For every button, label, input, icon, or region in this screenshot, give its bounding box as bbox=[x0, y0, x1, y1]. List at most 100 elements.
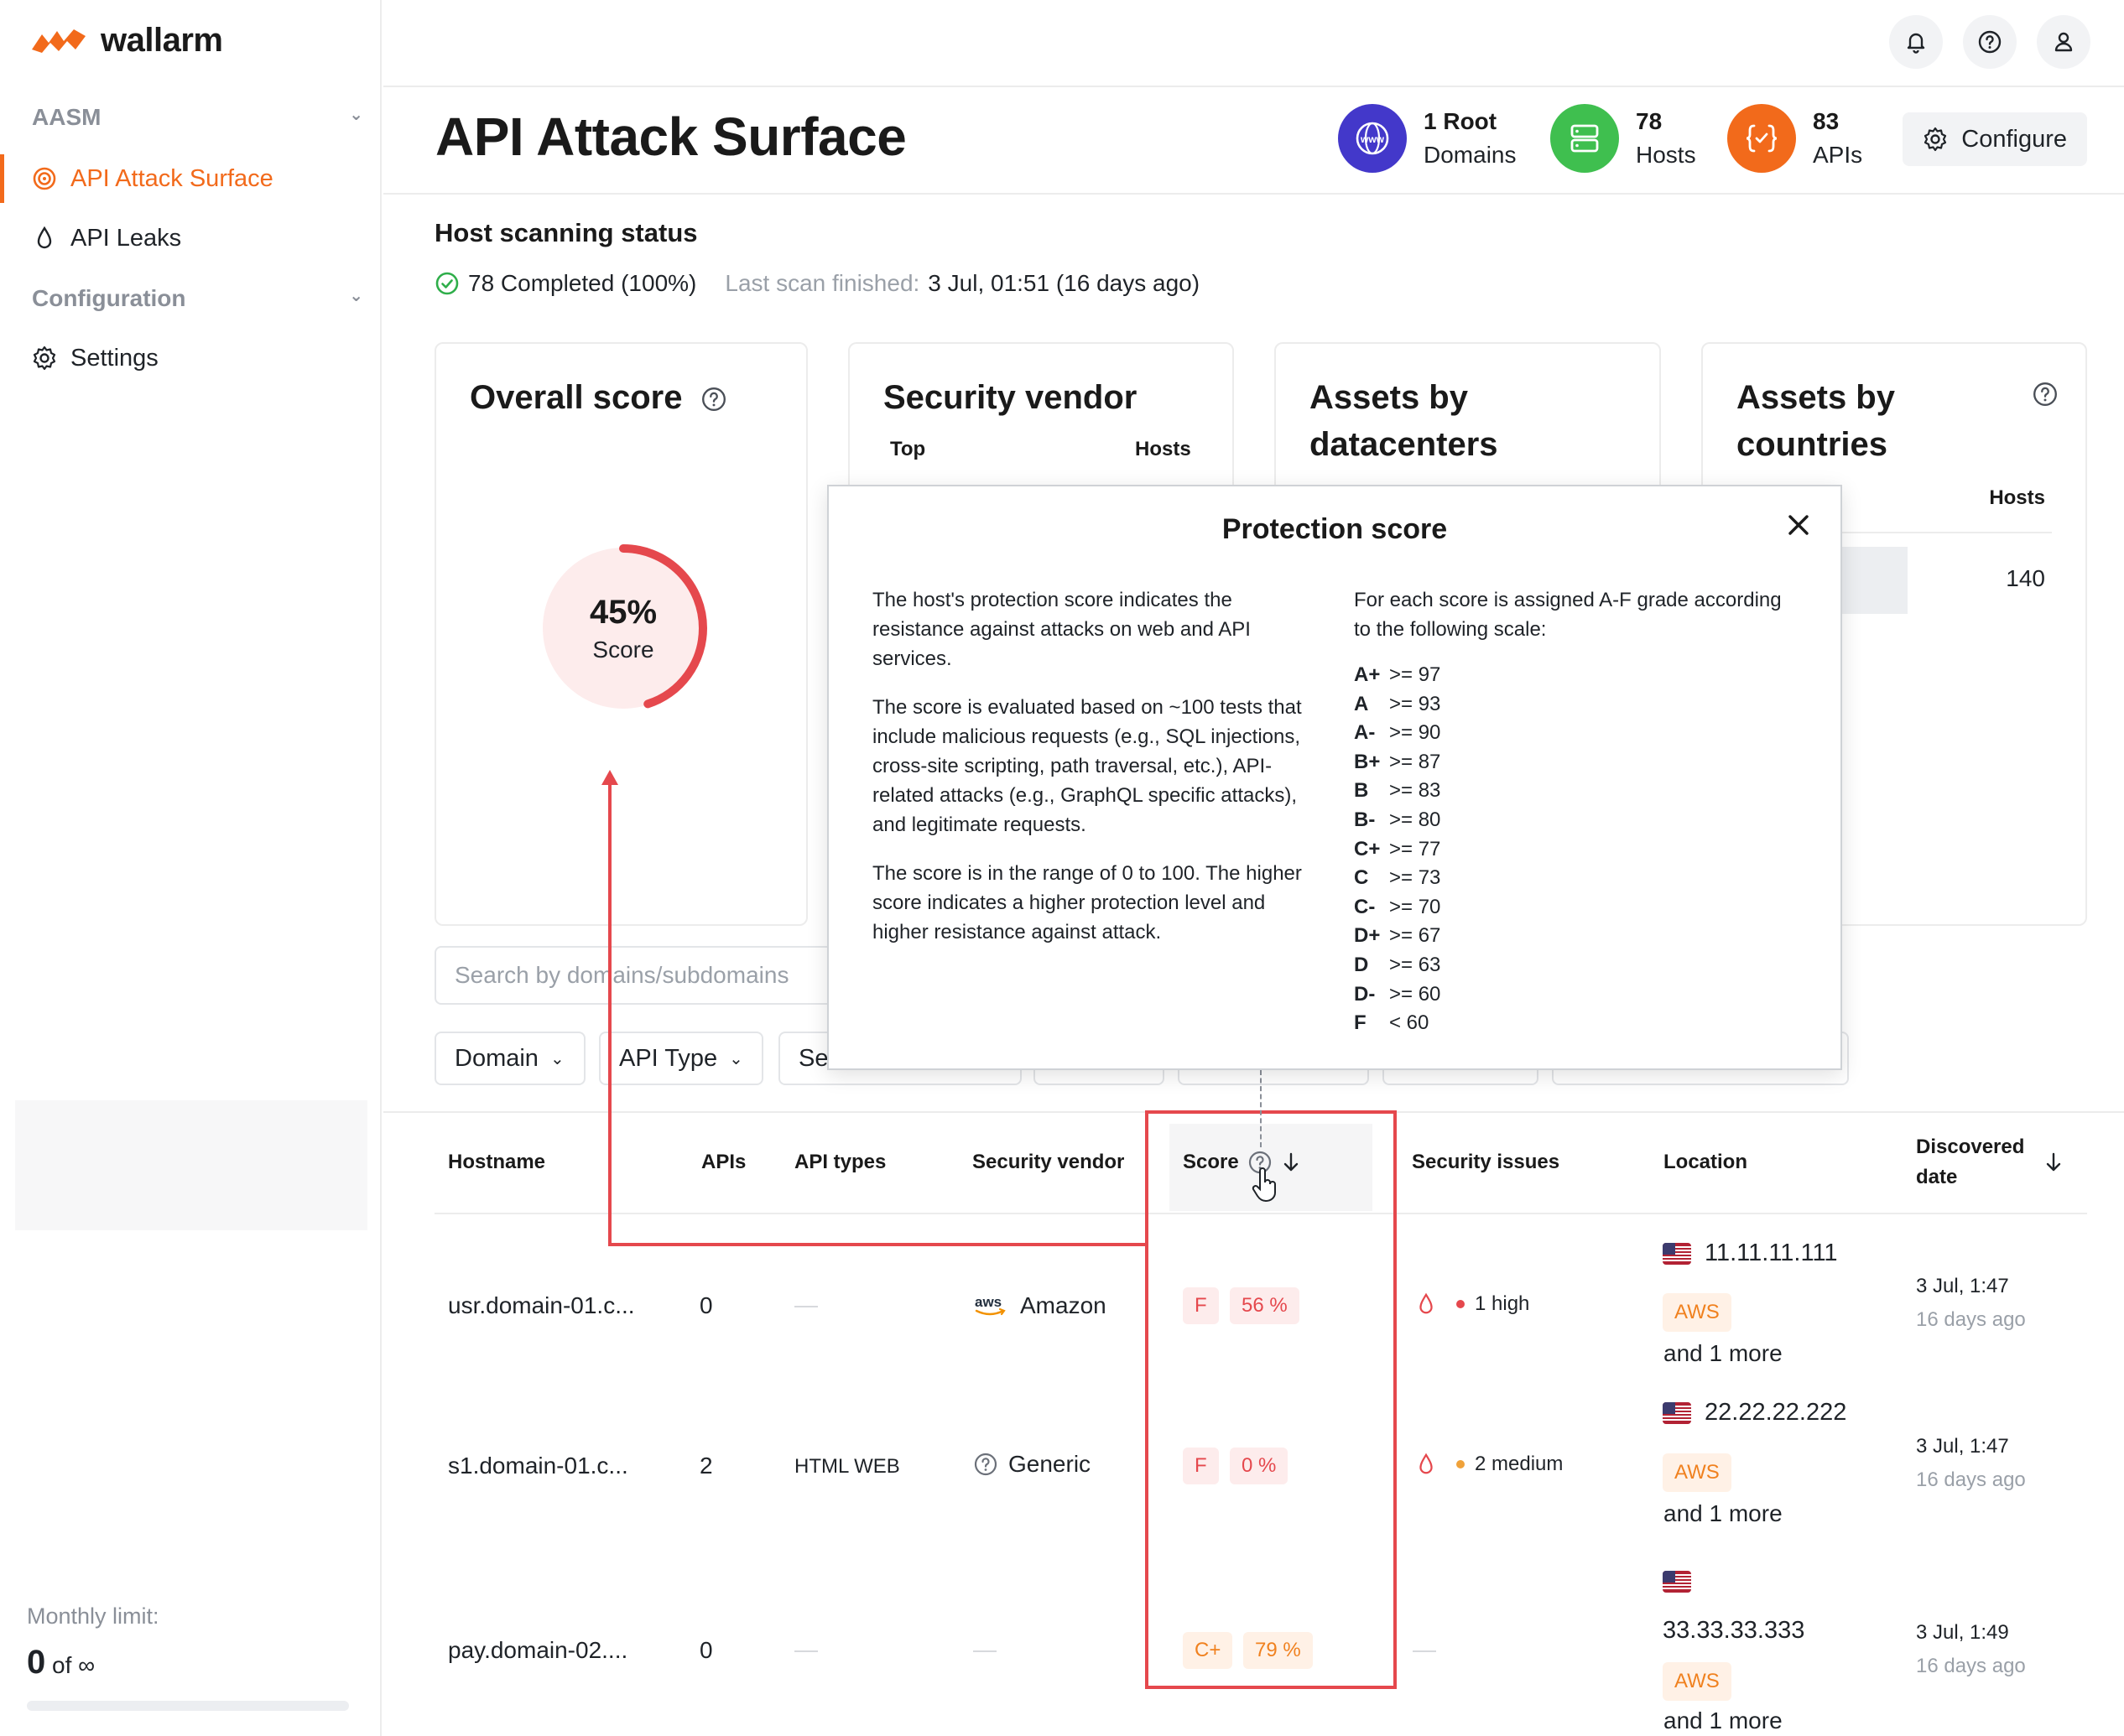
location-more[interactable]: and 1 more bbox=[1663, 1500, 1783, 1527]
assets-countries-title-2: countries bbox=[1736, 426, 1888, 463]
location-ip: 22.22.22.222 bbox=[1663, 1399, 1846, 1427]
vendor-col-top: Top bbox=[890, 438, 926, 460]
gear-icon bbox=[33, 346, 56, 371]
column-header-discovered-1: Discovered bbox=[1916, 1136, 2025, 1158]
grade-row: B >= 83 bbox=[1354, 777, 1790, 806]
column-header-api-types[interactable]: API types bbox=[794, 1147, 886, 1177]
wallarm-logo[interactable]: wallarm bbox=[30, 22, 223, 60]
score-column-highlight bbox=[1145, 1110, 1397, 1689]
search-placeholder: Search by domains/subdomains bbox=[455, 962, 789, 988]
sidebar: wallarm AASM ⌄ API Attack Surface API Le… bbox=[0, 0, 382, 1736]
column-header-location[interactable]: Location bbox=[1663, 1147, 1747, 1177]
column-header-hostname[interactable]: Hostname bbox=[448, 1147, 545, 1177]
grade-threshold: >= 73 bbox=[1389, 866, 1441, 890]
overall-score-value: 45% bbox=[590, 594, 657, 631]
sidebar-item-settings[interactable]: Settings bbox=[0, 330, 380, 386]
grade-letter: D+ bbox=[1354, 924, 1381, 948]
countries-col-hosts: Hosts bbox=[1989, 486, 2045, 509]
stat-root-domains-count: 1 Root bbox=[1424, 108, 1497, 134]
overall-score-title: Overall score bbox=[470, 374, 727, 421]
grade-letter: B bbox=[1354, 779, 1369, 803]
last-scan-value: 3 Jul, 01:51 (16 days ago) bbox=[928, 270, 1200, 296]
grade-row: A+ >= 97 bbox=[1354, 661, 1790, 690]
monthly-limit-label: Monthly limit: bbox=[27, 1603, 159, 1629]
sidebar-item-label: API Attack Surface bbox=[70, 164, 273, 192]
scan-status-row: 78 Completed (100%) Last scan finished: … bbox=[435, 270, 1200, 297]
cell-hostname[interactable]: s1.domain-01.c... bbox=[448, 1453, 628, 1479]
filter-api-type-label: API Type bbox=[619, 1044, 718, 1072]
column-header-security-issues[interactable]: Security issues bbox=[1412, 1147, 1559, 1177]
column-header-apis[interactable]: APIs bbox=[701, 1147, 746, 1177]
location-tag-aws: AWS bbox=[1663, 1293, 1731, 1332]
column-header-security-vendor[interactable]: Security vendor bbox=[972, 1147, 1124, 1177]
tooltip-connector bbox=[1260, 1070, 1262, 1147]
configure-button[interactable]: Configure bbox=[1903, 112, 2087, 166]
sidebar-placeholder-block bbox=[15, 1100, 367, 1230]
topbar bbox=[383, 0, 2124, 87]
filter-domain-label: Domain bbox=[455, 1044, 539, 1072]
cell-discovered-ago: 16 days ago bbox=[1916, 1468, 2026, 1491]
aws-icon: aws bbox=[975, 1294, 1006, 1316]
cell-security-issues[interactable]: 1 high bbox=[1414, 1292, 1529, 1317]
sidebar-item-api-attack-surface[interactable]: API Attack Surface bbox=[0, 151, 380, 206]
grade-threshold: >= 60 bbox=[1389, 982, 1441, 1006]
target-icon bbox=[33, 167, 56, 190]
notifications-button[interactable] bbox=[1889, 15, 1943, 69]
grade-letter: B+ bbox=[1354, 750, 1381, 773]
cell-apis: 0 bbox=[700, 1637, 713, 1663]
sidebar-item-api-leaks[interactable]: API Leaks bbox=[0, 211, 380, 266]
overall-score-gauge: 45% Score bbox=[539, 544, 707, 712]
us-flag-icon bbox=[1663, 1571, 1691, 1597]
annotation-line-vertical bbox=[608, 782, 612, 1245]
cell-security-issues[interactable]: 2 medium bbox=[1414, 1452, 1563, 1477]
location-tag-aws: AWS bbox=[1663, 1453, 1731, 1492]
location-more[interactable]: and 1 more bbox=[1663, 1340, 1783, 1367]
sort-down-arrow-icon[interactable] bbox=[2043, 1151, 2064, 1173]
gear-icon bbox=[1924, 127, 1947, 152]
cell-hostname[interactable]: usr.domain-01.c... bbox=[448, 1292, 635, 1319]
dialog-description: The host's protection score indicates th… bbox=[872, 585, 1317, 966]
grade-row: D+ >= 67 bbox=[1354, 922, 1790, 951]
help-button[interactable] bbox=[1963, 15, 2017, 69]
grade-list: A+ >= 97 A >= 93 A- >= 90 B+ >= 87 B >= 83 B- >= 80… bbox=[1354, 661, 1790, 1038]
column-header-discovered-date[interactable]: Discovered date bbox=[1916, 1132, 2024, 1193]
assets-countries-title: Assets by countries bbox=[1736, 374, 1895, 468]
stat-hosts: 78 Hosts bbox=[1550, 104, 1696, 173]
logo-text: wallarm bbox=[101, 22, 223, 59]
grade-letter: B- bbox=[1354, 808, 1376, 831]
grade-row: D >= 63 bbox=[1354, 951, 1790, 980]
cell-hostname[interactable]: pay.domain-02.... bbox=[448, 1637, 627, 1664]
close-icon[interactable] bbox=[1782, 508, 1815, 542]
search-input[interactable]: Search by domains/subdomains bbox=[435, 946, 837, 1005]
cell-vendor-name: Generic bbox=[1008, 1451, 1091, 1477]
nav-group-configuration[interactable]: Configuration ⌄ bbox=[32, 285, 363, 312]
svg-text:aws: aws bbox=[975, 1294, 1002, 1310]
bell-icon bbox=[1907, 33, 1925, 54]
filter-api-type[interactable]: API Type ⌄ bbox=[599, 1032, 763, 1085]
dialog-paragraph: The score is in the range of 0 to 100. T… bbox=[872, 862, 1302, 943]
filter-security-vendor-label: Se bbox=[799, 1044, 829, 1072]
stat-root-domains: www 1 Root Domains bbox=[1338, 104, 1516, 173]
location-more[interactable]: and 1 more bbox=[1663, 1707, 1783, 1734]
grade-row: B- >= 80 bbox=[1354, 806, 1790, 835]
topbar-actions bbox=[1889, 15, 2090, 69]
user-menu-button[interactable] bbox=[2037, 15, 2090, 69]
filter-domain[interactable]: Domain ⌄ bbox=[435, 1032, 586, 1085]
annotation-arrow-up-icon bbox=[601, 770, 618, 785]
cell-vendor: Generic bbox=[973, 1451, 1091, 1478]
help-icon[interactable] bbox=[700, 386, 727, 413]
protection-score-dialog: Protection score The host's protection s… bbox=[827, 485, 1842, 1070]
severity-medium-dot bbox=[1456, 1460, 1465, 1468]
location-ip-text: 22.22.22.222 bbox=[1705, 1399, 1847, 1426]
monthly-limit-value: 0 of ∞ bbox=[27, 1644, 95, 1681]
stat-hosts-label: Hosts bbox=[1636, 142, 1696, 168]
help-icon[interactable] bbox=[2032, 381, 2059, 408]
nav-group-aasm[interactable]: AASM ⌄ bbox=[32, 104, 363, 131]
grade-threshold: >= 77 bbox=[1389, 837, 1441, 860]
nav-group-aasm-label: AASM bbox=[32, 104, 102, 130]
scan-completed: 78 Completed (100%) bbox=[468, 270, 697, 296]
grade-threshold: >= 87 bbox=[1389, 750, 1441, 773]
stat-root-domains-label: Domains bbox=[1424, 142, 1517, 168]
cell-discovered-ago: 16 days ago bbox=[1916, 1308, 2026, 1331]
grade-row: C >= 73 bbox=[1354, 864, 1790, 893]
